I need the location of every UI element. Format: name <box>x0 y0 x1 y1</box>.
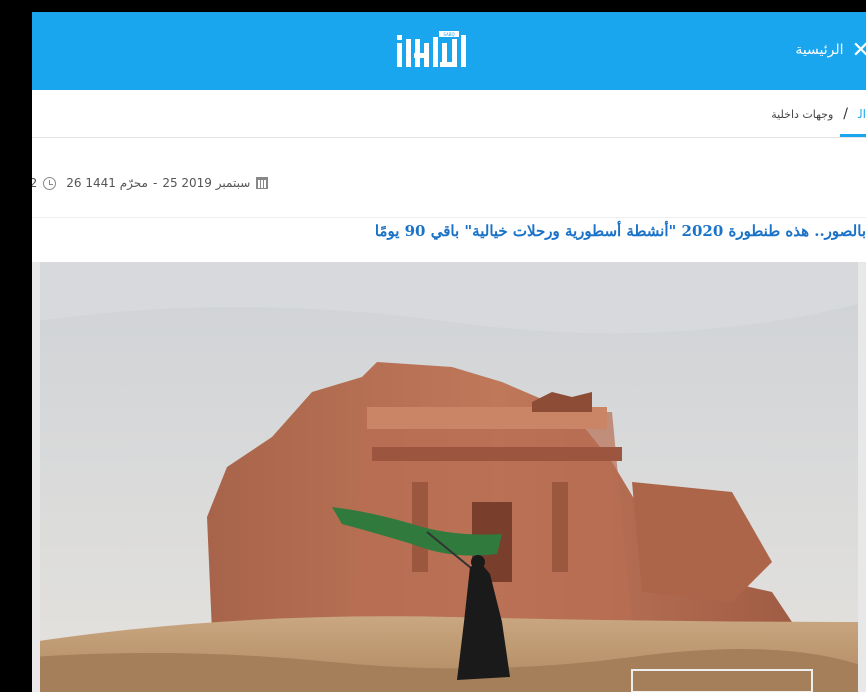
article-title: بالصور.. هذه طنطورة 2020 "أنشطة أسطورية … <box>374 222 866 240</box>
breadcrumb-separator: / <box>843 106 848 122</box>
gregorian-date: 25 سبتمبر 2019 <box>162 176 251 190</box>
home-nav-label: الرئيسية <box>795 42 844 58</box>
breadcrumb-bar: الرئيسية / وجهات داخلية <box>32 90 866 138</box>
active-indicator <box>840 134 866 137</box>
time-text: 42 <box>32 176 38 190</box>
article-photo[interactable] <box>32 262 866 692</box>
site-header: SABQ ✕ الرئيسية <box>32 12 866 90</box>
article-meta: 42 26 محرّم 1441 - 25 سبتمبر 2019 <box>32 138 866 218</box>
page: SABQ ✕ الرئيسية الرئيسية / وجهات داخلية … <box>32 12 866 692</box>
breadcrumb-home[interactable]: الرئيسية <box>858 107 866 121</box>
home-nav-link[interactable]: ✕ الرئيسية <box>795 36 866 64</box>
sabq-logo[interactable]: SABQ <box>395 29 475 73</box>
close-icon[interactable]: ✕ <box>852 38 866 63</box>
hijri-date: 26 محرّم 1441 <box>66 176 148 190</box>
breadcrumb: الرئيسية / وجهات داخلية <box>771 90 866 138</box>
calendar-icon <box>256 177 269 189</box>
date-separator: - <box>152 176 158 190</box>
breadcrumb-current[interactable]: وجهات داخلية <box>771 108 833 121</box>
logo-badge: SABQ <box>443 32 454 37</box>
clock-icon <box>43 176 57 190</box>
